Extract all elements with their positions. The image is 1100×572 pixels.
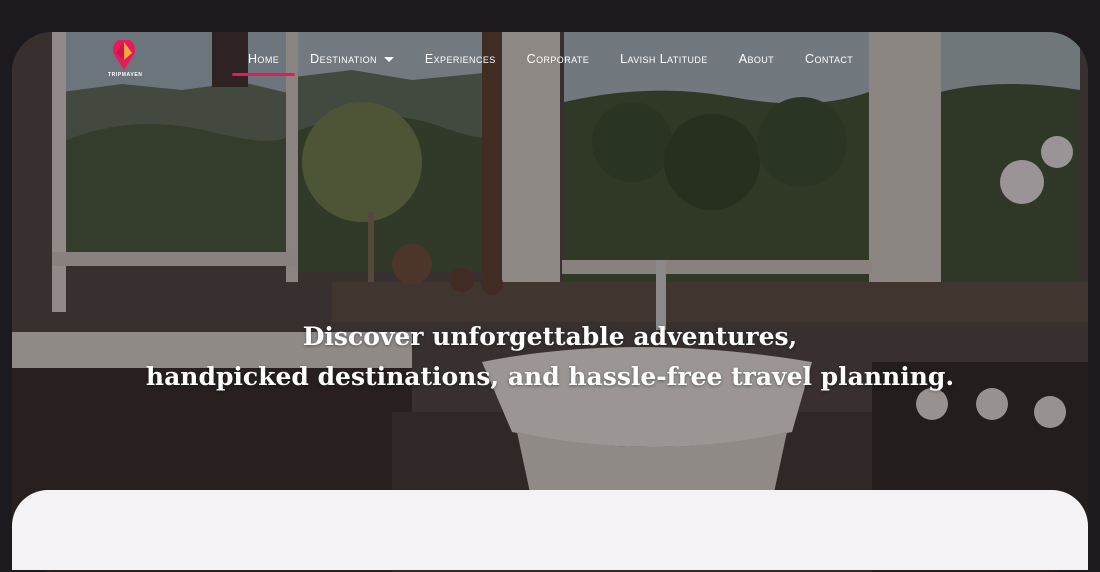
brand-logo[interactable]: TRIPMAVEN <box>108 40 143 78</box>
content-section <box>12 490 1088 570</box>
nav-experiences[interactable]: Experiences <box>425 50 496 68</box>
nav-about-label: About <box>738 52 775 66</box>
nav-contact[interactable]: Contact <box>805 50 853 68</box>
brand-logo-icon <box>113 40 135 70</box>
nav-corporate-label: Corporate <box>526 52 590 66</box>
nav-home-label: Home <box>248 52 280 66</box>
nav-destination-label: Destination <box>310 52 377 66</box>
hero-headline: Discover unforgettable adventures, handp… <box>12 317 1088 397</box>
nav-destination[interactable]: Destination <box>310 50 394 68</box>
nav-contact-label: Contact <box>805 52 854 66</box>
nav-experiences-label: Experiences <box>424 52 496 66</box>
nav-about[interactable]: About <box>739 50 774 68</box>
main-navigation: Home Destination Experiences Corporate L… <box>231 50 884 76</box>
nav-corporate[interactable]: Corporate <box>527 50 589 68</box>
nav-lavish-latitude-label: Lavish Latitude <box>620 52 708 66</box>
chevron-down-icon <box>383 56 394 62</box>
hero-headline-line-1: Discover unforgettable adventures, <box>302 322 798 351</box>
nav-home[interactable]: Home <box>231 50 296 76</box>
hero-headline-line-2: handpicked destinations, and hassle-free… <box>145 362 955 391</box>
nav-lavish-latitude[interactable]: Lavish Latitude <box>620 50 708 68</box>
brand-name: TRIPMAVEN <box>108 72 143 78</box>
